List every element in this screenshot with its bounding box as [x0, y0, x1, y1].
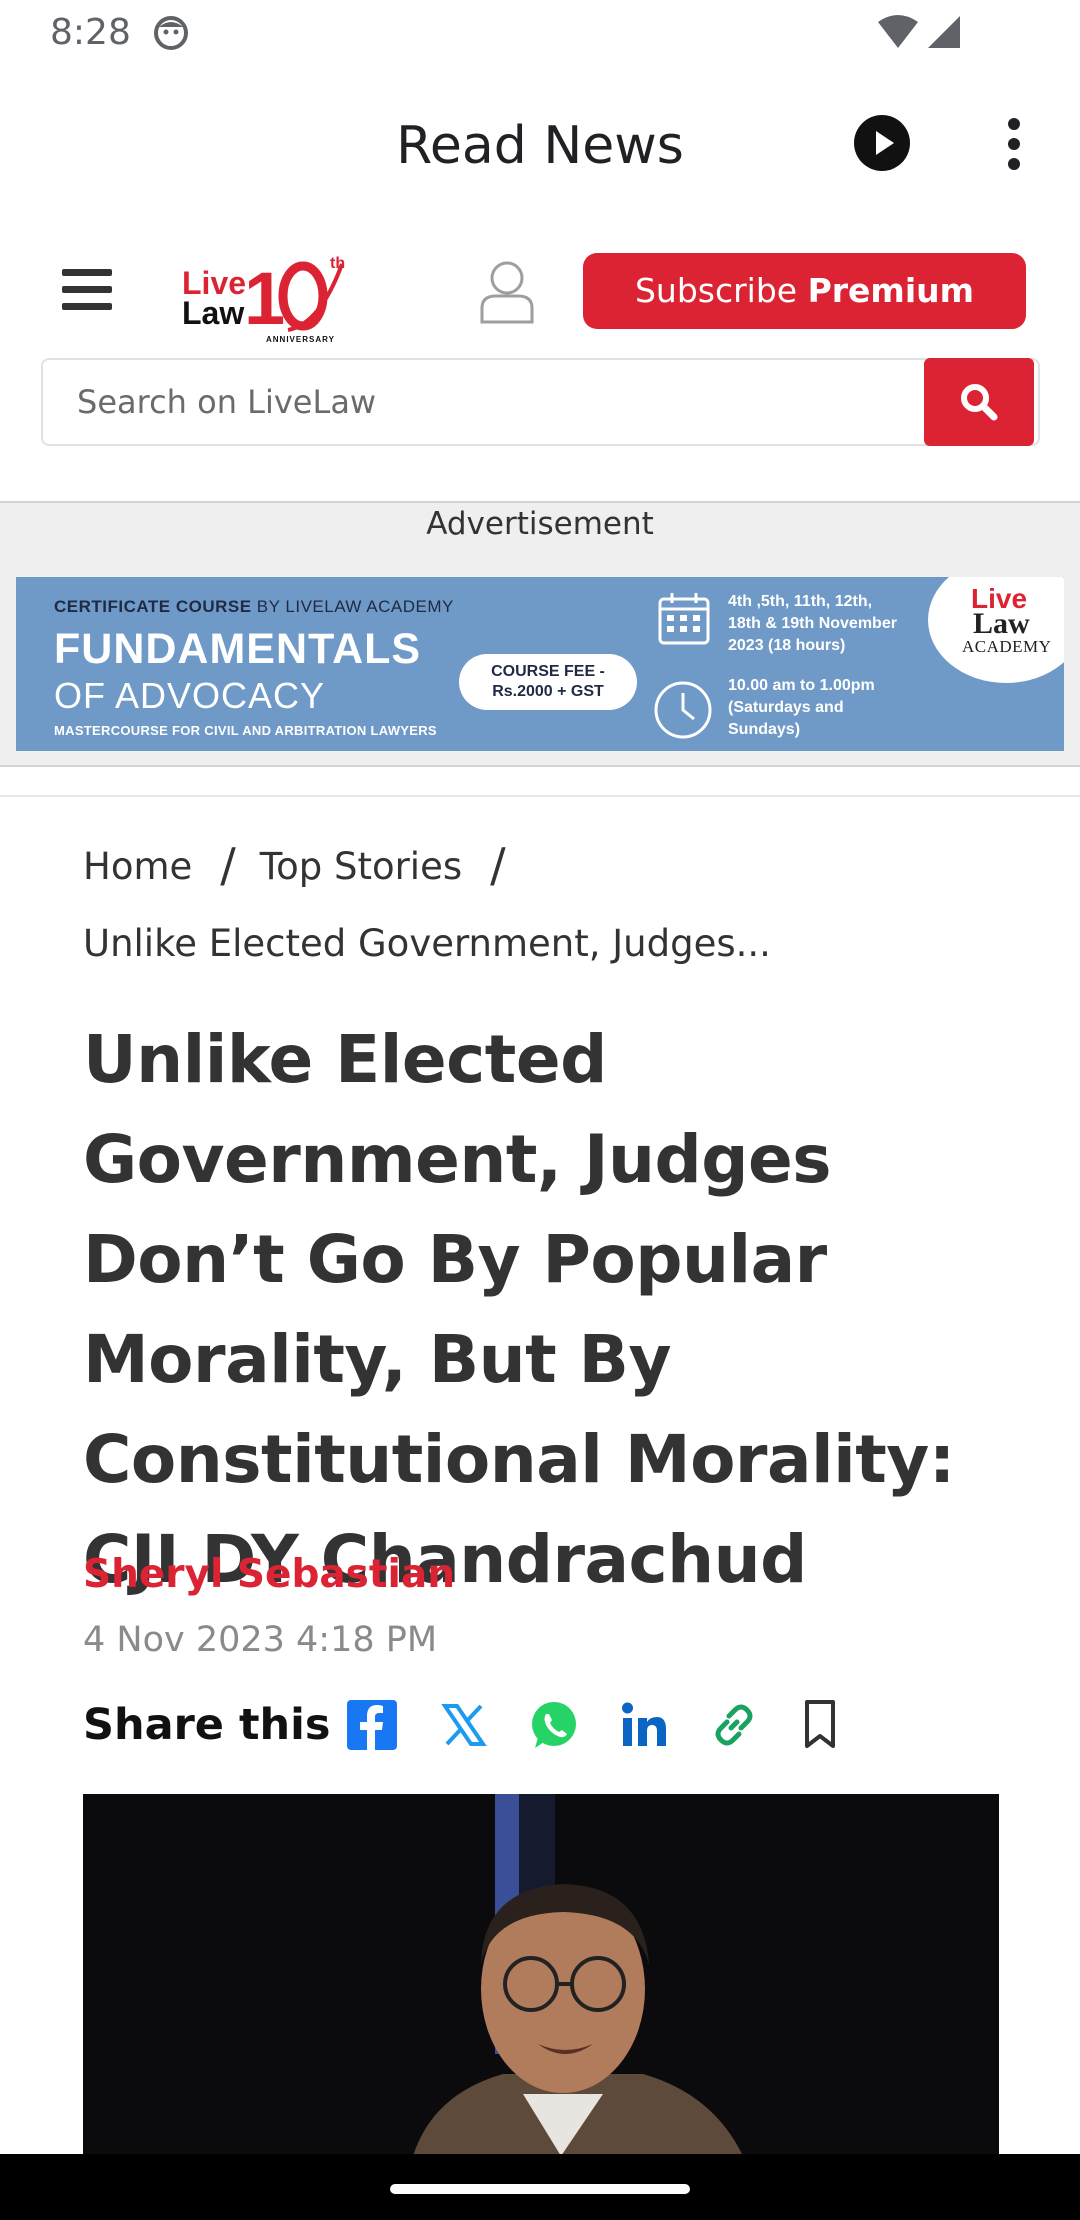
svg-text:th: th — [330, 255, 345, 272]
publish-date: 4 Nov 2023 4:18 PM — [83, 1620, 438, 1660]
article-headline: Unlike Elected Government, Judges Don’t … — [83, 1021, 955, 1598]
ad-dates-line2: 18th & 19th November — [728, 615, 897, 632]
svg-text:Law: Law — [182, 295, 244, 331]
facebook-icon[interactable] — [345, 1698, 399, 1752]
ad-times-line2: (Saturdays and — [728, 699, 844, 716]
ad-times-line3: Sundays) — [728, 721, 801, 738]
whatsapp-icon[interactable] — [527, 1698, 581, 1752]
ad-fee-line2: Rs.2000 + GST — [492, 683, 604, 700]
wifi-signal-icon — [878, 15, 960, 48]
search-button[interactable] — [924, 358, 1034, 446]
ad-fee-badge: COURSE FEE - Rs.2000 + GST — [459, 654, 637, 710]
ad-title-line2: OF ADVOCACY — [54, 675, 326, 716]
ad-cert-bold: CERTIFICATE COURSE — [54, 597, 252, 616]
breadcrumb-separator: / — [490, 838, 506, 892]
status-time: 8:28 — [50, 12, 131, 53]
article-image[interactable] — [83, 1794, 999, 2156]
site-header: Live Law 1 th ANNIVERSARY Subscribe Prem… — [0, 226, 1080, 346]
ad-subtitle: MASTERCOURSE FOR CIVIL AND ARBITRATION L… — [54, 723, 437, 738]
share-label: Share this — [83, 1700, 331, 1750]
ad-times-line1: 10.00 am to 1.00pm — [728, 677, 875, 694]
status-bar: 8:28 — [0, 0, 1080, 66]
user-icon[interactable] — [478, 258, 536, 324]
search-input[interactable] — [43, 360, 923, 444]
author-link[interactable]: Sheryl Sebastian — [83, 1552, 455, 1597]
app-bar: Read News — [0, 66, 1080, 226]
menu-icon[interactable] — [62, 269, 112, 311]
calendar-icon — [658, 593, 710, 645]
breadcrumb-top-stories[interactable]: Top Stories — [260, 845, 462, 888]
breadcrumb-separator: / — [220, 838, 236, 892]
ad-cert-rest: BY LIVELAW ACADEMY — [251, 597, 454, 616]
ad-dates-line1: 4th ,5th, 11th, 12th, — [728, 593, 873, 610]
advertisement-label: Advertisement — [426, 506, 654, 542]
subscribe-premium-button[interactable]: Subscribe Premium — [583, 253, 1026, 329]
svg-text:ANNIVERSARY: ANNIVERSARY — [266, 335, 335, 344]
search-bar — [41, 358, 1040, 446]
ad-fee-line1: COURSE FEE - — [491, 663, 605, 680]
divider — [0, 795, 1080, 797]
system-nav-bar — [0, 2154, 1080, 2220]
home-gesture-handle[interactable] — [390, 2184, 690, 2194]
ad-dates-line3: 2023 (18 hours) — [728, 637, 846, 654]
breadcrumb-current: Unlike Elected Government, Judges... — [83, 922, 771, 965]
clock-icon — [654, 681, 712, 739]
breadcrumb: Home / Top Stories / — [83, 836, 530, 892]
subscribe-label: Subscribe — [634, 271, 808, 310]
play-icon — [876, 131, 894, 155]
ad-cert-text: CERTIFICATE COURSE BY LIVELAW ACADEMY — [54, 597, 454, 617]
more-vert-icon[interactable] — [994, 116, 1034, 172]
share-row: Share this — [83, 1690, 1003, 1760]
x-icon[interactable] — [437, 1698, 491, 1752]
livelaw-logo[interactable]: Live Law 1 th ANNIVERSARY — [180, 244, 360, 344]
cji-photo — [83, 1794, 999, 2156]
subscribe-premium-label: Premium — [807, 271, 975, 310]
breadcrumb-home[interactable]: Home — [83, 845, 192, 888]
ad-times: 10.00 am to 1.00pm (Saturdays and Sunday… — [728, 675, 875, 741]
play-button[interactable] — [854, 115, 910, 171]
ad-banner[interactable]: CERTIFICATE COURSE BY LIVELAW ACADEMY FU… — [16, 577, 1064, 751]
ad-logo-academy: ACADEMY — [962, 637, 1052, 656]
ad-dates: 4th ,5th, 11th, 12th, 18th & 19th Novemb… — [728, 591, 897, 657]
face-notification-icon — [154, 16, 188, 50]
linkedin-icon[interactable] — [617, 1698, 671, 1752]
app-title: Read News — [396, 116, 684, 176]
ad-title-line1: FUNDAMENTALS — [54, 625, 422, 673]
ad-logo-law: Law — [973, 607, 1030, 640]
link-icon[interactable] — [707, 1698, 761, 1752]
search-icon — [961, 384, 998, 421]
bookmark-icon[interactable] — [793, 1698, 847, 1752]
